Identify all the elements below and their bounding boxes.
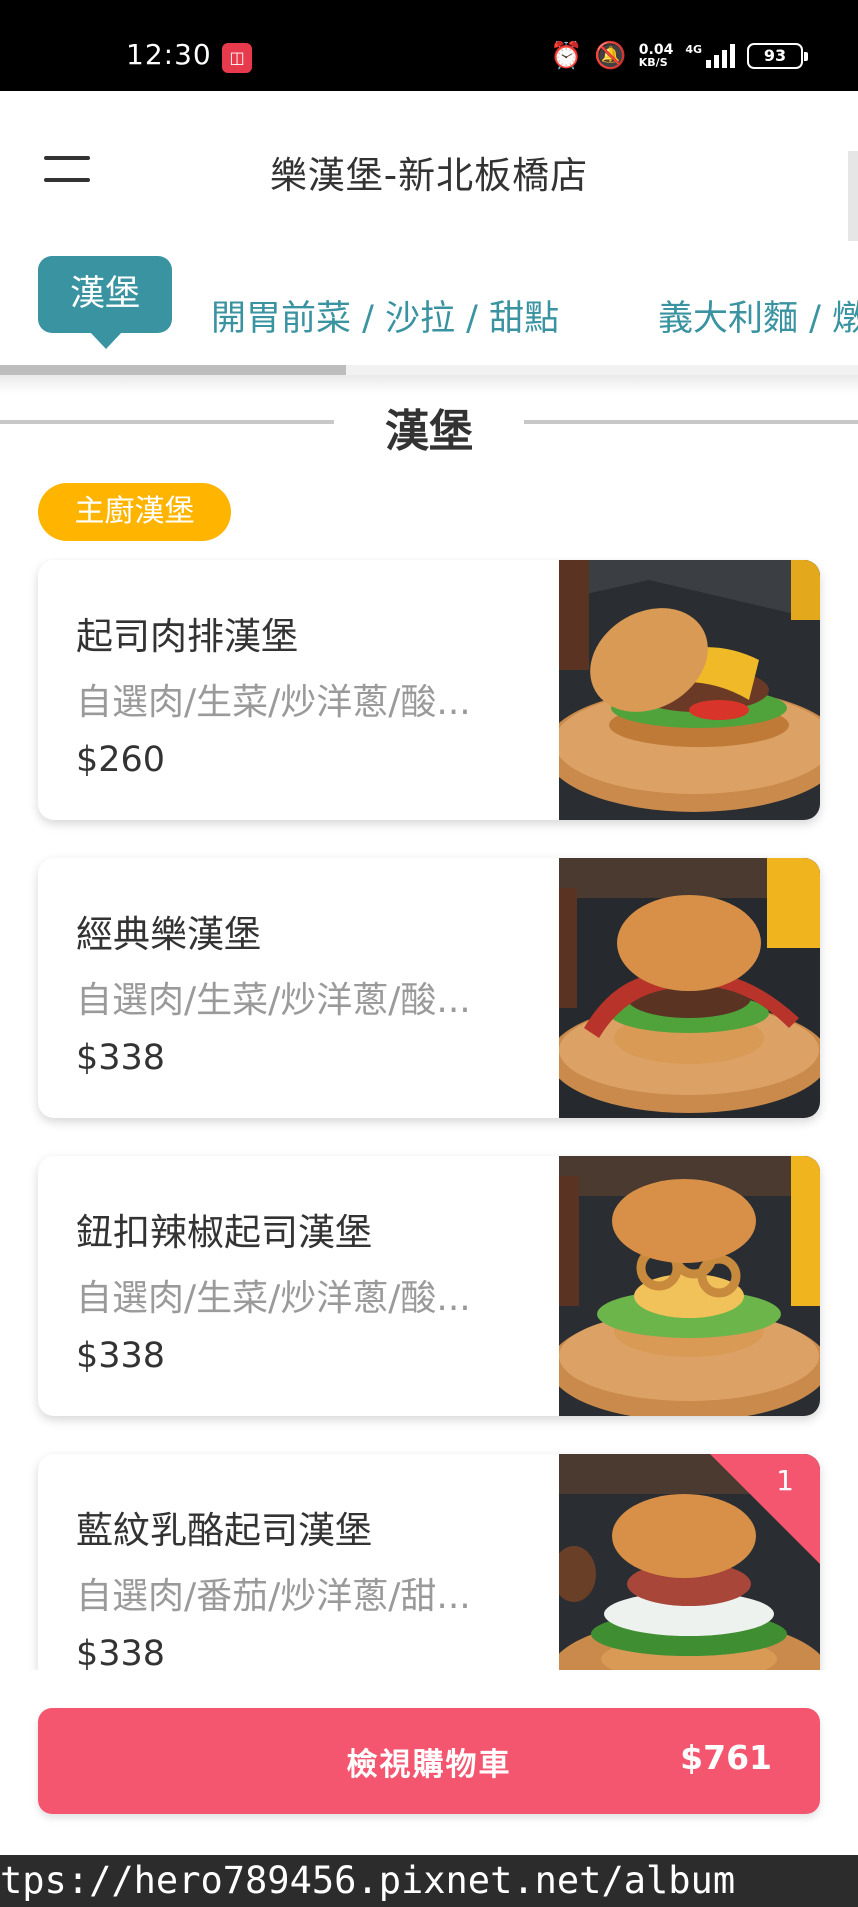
item-price: $338	[76, 1336, 166, 1376]
menu-item-card[interactable]: 經典樂漢堡 自選肉/生菜/炒洋蔥/酸... $338	[38, 858, 820, 1118]
item-price: $338	[76, 1038, 166, 1078]
battery-icon: 93	[747, 43, 808, 69]
category-tabs: 漢堡 開胃前菜 / 沙拉 / 甜點 義大利麵 / 燉	[0, 247, 858, 375]
chef-burger-badge: 主廚漢堡	[38, 483, 231, 541]
item-description: 自選肉/生菜/炒洋蔥/酸...	[76, 1278, 471, 1319]
bacon-burger-image	[559, 858, 820, 1118]
item-description: 自選肉/生菜/炒洋蔥/酸...	[76, 682, 471, 723]
section-title: 漢堡	[385, 406, 473, 457]
active-tab-pointer	[90, 332, 122, 349]
menu-item-card[interactable]: 起司肉排漢堡 自選肉/生菜/炒洋蔥/酸... $260	[38, 560, 820, 820]
notification-app-icon: ◫	[222, 43, 252, 73]
store-title: 樂漢堡-新北板橋店	[269, 154, 589, 197]
cart-total: $761	[680, 1738, 772, 1777]
status-bar: 12:30 ◫ ⏰ 🔕 0.04 KB/S 4G 93	[0, 0, 858, 91]
item-description: 自選肉/生菜/炒洋蔥/酸...	[76, 980, 471, 1021]
cart-count-number: 1	[776, 1464, 794, 1497]
item-price: $260	[76, 740, 166, 780]
cart-count-ribbon: 1	[710, 1454, 820, 1564]
tab-burgers[interactable]: 漢堡	[38, 256, 172, 333]
scroll-edge	[848, 151, 858, 241]
blue-cheese-burger-image: 1	[559, 1454, 820, 1670]
alarm-icon: ⏰	[550, 41, 583, 71]
net-speed-unit: KB/S	[638, 56, 668, 69]
item-description: 自選肉/番茄/炒洋蔥/甜...	[76, 1576, 471, 1617]
status-time: 12:30	[126, 38, 212, 71]
signal-icon: 4G	[685, 44, 735, 68]
item-name: 鈕扣辣椒起司漢堡	[76, 1211, 372, 1254]
tab-appetizers[interactable]: 開胃前菜 / 沙拉 / 甜點	[211, 290, 559, 341]
menu-item-card[interactable]: 鈕扣辣椒起司漢堡 自選肉/生菜/炒洋蔥/酸... $338	[38, 1156, 820, 1416]
item-name: 起司肉排漢堡	[76, 615, 298, 658]
item-name: 藍紋乳酪起司漢堡	[76, 1509, 372, 1552]
item-price: $338	[76, 1634, 166, 1670]
cart-bar: 檢視購物車 $761	[0, 1670, 858, 1855]
net-speed-value: 0.04	[638, 42, 674, 58]
network-type: 4G	[685, 43, 702, 56]
tab-pasta[interactable]: 義大利麵 / 燉	[658, 290, 858, 341]
net-speed: 0.04 KB/S	[639, 43, 674, 69]
item-name: 經典樂漢堡	[76, 913, 261, 956]
section-heading: 漢堡	[0, 395, 858, 457]
app-header: 樂漢堡-新北板橋店	[0, 91, 858, 247]
tab-scroll-thumb[interactable]	[0, 365, 346, 375]
status-indicators: ⏰ 🔕 0.04 KB/S 4G 93	[550, 36, 808, 76]
onion-ring-burger-image	[559, 1156, 820, 1416]
tabs-shadow	[0, 375, 858, 393]
menu-item-card[interactable]: 藍紋乳酪起司漢堡 自選肉/番茄/炒洋蔥/甜... $338 1	[38, 1454, 820, 1670]
divider-right	[524, 420, 858, 424]
watermark-url: tps://hero789456.pixnet.net/album	[0, 1855, 858, 1907]
cheeseburger-image	[559, 560, 820, 820]
mute-icon: 🔕	[594, 41, 627, 71]
menu-list[interactable]: 起司肉排漢堡 自選肉/生菜/炒洋蔥/酸... $260 經典樂漢堡 自選肉/生菜…	[0, 558, 858, 1670]
view-cart-button[interactable]: 檢視購物車 $761	[38, 1708, 820, 1814]
